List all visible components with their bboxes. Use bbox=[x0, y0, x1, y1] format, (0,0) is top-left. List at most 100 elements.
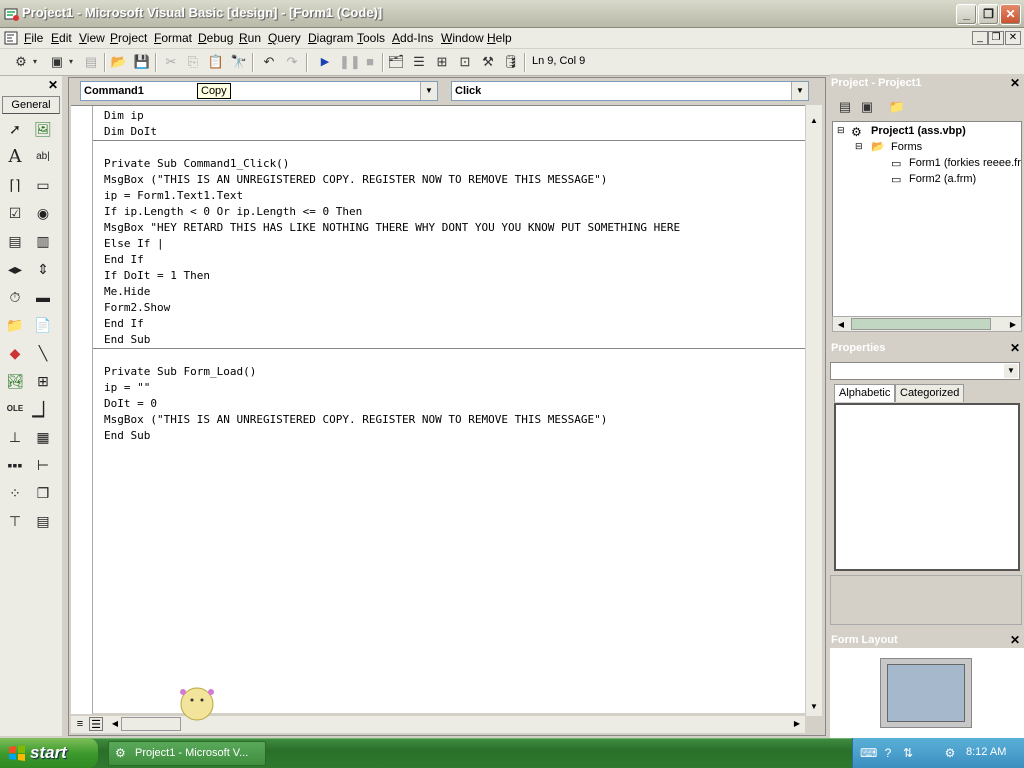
mdi-close-button[interactable]: ✕ bbox=[1005, 31, 1021, 45]
monitor-screen[interactable] bbox=[887, 664, 965, 722]
chevron-down-icon[interactable]: ▼ bbox=[791, 82, 808, 100]
undo-icon[interactable]: ↶ bbox=[260, 53, 278, 71]
code-line[interactable]: Else If | bbox=[104, 236, 164, 252]
horizontal-scroll-thumb[interactable] bbox=[851, 318, 991, 330]
full-module-view-icon[interactable]: ☰ bbox=[89, 717, 103, 731]
object-combo[interactable]: Command1 ▼ bbox=[80, 81, 438, 101]
code-line[interactable]: Private Sub Command1_Click() bbox=[104, 156, 289, 172]
code-line[interactable]: MsgBox ("THIS IS AN UNREGISTERED COPY. R… bbox=[104, 172, 607, 188]
open-project-icon[interactable]: 📂 bbox=[110, 53, 128, 71]
code-line[interactable]: Me.Hide bbox=[104, 284, 150, 300]
code-line[interactable]: End If bbox=[104, 252, 144, 268]
hscrollbar-tool-icon[interactable]: ◂▸ bbox=[4, 258, 26, 280]
code-line[interactable]: End Sub bbox=[104, 428, 150, 444]
menu-view[interactable]: View bbox=[79, 31, 105, 45]
redo-icon[interactable]: ↷ bbox=[283, 53, 301, 71]
menu-help[interactable]: Help bbox=[487, 31, 512, 45]
dirlistbox-tool-icon[interactable]: 📁 bbox=[4, 314, 26, 336]
toolbar-tool-icon[interactable]: ▦ bbox=[32, 426, 54, 448]
collapse-icon[interactable]: ⊟ bbox=[855, 141, 863, 152]
network-icon[interactable]: ⇅ bbox=[900, 745, 916, 761]
menu-add-ins[interactable]: Add-Ins bbox=[392, 31, 433, 45]
frame-tool-icon[interactable]: ⌈⌉ bbox=[4, 174, 26, 196]
keyboard-icon[interactable]: ⌨ bbox=[860, 745, 877, 761]
code-editor[interactable]: Dim ip Dim DoIt Private Sub Command1_Cli… bbox=[71, 105, 805, 714]
menu-window[interactable]: Window bbox=[441, 31, 484, 45]
toolbox-icon[interactable]: ⚒ bbox=[479, 53, 497, 71]
help-icon[interactable]: ? bbox=[880, 745, 896, 761]
code-line[interactable]: End Sub bbox=[104, 332, 150, 348]
minimize-button[interactable]: _ bbox=[956, 4, 977, 25]
object-browser-icon[interactable]: ⊡ bbox=[456, 53, 474, 71]
statusbar-tool-icon[interactable]: ▤ bbox=[32, 510, 54, 532]
end-run-icon[interactable]: ■ bbox=[361, 53, 379, 71]
toolbox-close-icon[interactable]: ✕ bbox=[46, 78, 60, 92]
paste-icon[interactable]: 📋 bbox=[207, 53, 225, 71]
combobox-tool-icon[interactable]: ▤ bbox=[4, 230, 26, 252]
menu-editor-icon[interactable]: ▤ bbox=[82, 53, 100, 71]
properties-window-icon[interactable]: ☰ bbox=[410, 53, 428, 71]
code-line[interactable]: MsgBox "HEY RETARD THIS HAS LIKE NOTHING… bbox=[104, 220, 680, 236]
tree-item-form1[interactable]: Form1 (forkies reeee.fr bbox=[909, 157, 1021, 169]
menu-tools[interactable]: Tools bbox=[357, 31, 385, 45]
close-button[interactable]: ✕ bbox=[1000, 4, 1021, 25]
form-layout-close-icon[interactable]: ✕ bbox=[1008, 633, 1022, 647]
properties-object-combo[interactable]: ▼ bbox=[830, 362, 1020, 380]
menu-debug[interactable]: Debug bbox=[198, 31, 233, 45]
ole-tool-icon[interactable]: OLE bbox=[4, 398, 26, 420]
menu-format[interactable]: Format bbox=[154, 31, 192, 45]
code-vertical-scrollbar[interactable]: ▲ ▼ bbox=[805, 105, 822, 716]
progressbar-tool-icon[interactable]: ▪▪▪ bbox=[4, 454, 26, 476]
collapse-icon[interactable]: ⊟ bbox=[837, 125, 845, 136]
tree-project-root[interactable]: Project1 (ass.vbp) bbox=[871, 125, 966, 137]
label-tool-icon[interactable]: A bbox=[4, 146, 26, 168]
break-icon[interactable]: ❚❚ bbox=[339, 53, 361, 71]
textbox-tool-icon[interactable]: ab| bbox=[32, 146, 54, 168]
code-line[interactable]: ip = Form1.Text1.Text bbox=[104, 188, 243, 204]
menu-diagram[interactable]: Diagram bbox=[308, 31, 353, 45]
add-form-dropdown-icon[interactable]: ▾ bbox=[66, 53, 76, 71]
tree-forms-folder[interactable]: Forms bbox=[891, 141, 922, 153]
chevron-down-icon[interactable]: ▼ bbox=[1004, 364, 1018, 378]
picturebox-tool-icon[interactable]: 🖼 bbox=[32, 118, 54, 140]
treeview-tool-icon[interactable]: ⊢ bbox=[32, 454, 54, 476]
code-line[interactable]: End If bbox=[104, 316, 144, 332]
scroll-right-icon[interactable]: ▶ bbox=[1005, 317, 1021, 333]
pointer-tool-icon[interactable]: ➚ bbox=[4, 118, 26, 140]
form-layout-icon[interactable]: ⊞ bbox=[433, 53, 451, 71]
procedure-combo[interactable]: Click ▼ bbox=[451, 81, 809, 101]
maximize-button[interactable]: ❐ bbox=[978, 4, 999, 25]
find-icon[interactable]: 🔭 bbox=[230, 53, 248, 71]
menu-project[interactable]: Project bbox=[110, 31, 147, 45]
listbox-tool-icon[interactable]: ▥ bbox=[32, 230, 54, 252]
shape-tool-icon[interactable]: ◆ bbox=[4, 342, 26, 364]
scroll-left-icon[interactable]: ◀ bbox=[833, 317, 849, 333]
save-project-icon[interactable]: 💾 bbox=[133, 53, 151, 71]
toolbox-general-tab[interactable]: General bbox=[2, 96, 60, 114]
mdi-minimize-button[interactable]: _ bbox=[972, 31, 988, 45]
checkbox-tool-icon[interactable]: ☑ bbox=[4, 202, 26, 224]
project-explorer-icon[interactable]: 🗂 bbox=[387, 53, 405, 71]
vscrollbar-tool-icon[interactable]: ⇕ bbox=[32, 258, 54, 280]
line-tool-icon[interactable]: ╲ bbox=[32, 342, 54, 364]
view-object-icon[interactable]: ▣ bbox=[858, 98, 876, 116]
project-horizontal-scrollbar[interactable]: ◀ ▶ bbox=[832, 316, 1022, 332]
filelistbox-tool-icon[interactable]: 📄 bbox=[32, 314, 54, 336]
start-run-icon[interactable]: ▶ bbox=[316, 53, 334, 71]
code-line[interactable]: MsgBox ("THIS IS AN UNREGISTERED COPY. R… bbox=[104, 412, 607, 428]
timer-tool-icon[interactable]: ⏱ bbox=[4, 286, 26, 308]
code-line[interactable]: Dim ip bbox=[104, 108, 144, 124]
code-line[interactable]: If ip.Length < 0 Or ip.Length <= 0 Then bbox=[104, 204, 362, 220]
tabstrip-tool-icon[interactable]: ❐ bbox=[32, 482, 54, 504]
menu-query[interactable]: Query bbox=[268, 31, 301, 45]
drivelistbox-tool-icon[interactable]: ▬ bbox=[32, 286, 54, 308]
mdi-restore-button[interactable]: ❐ bbox=[988, 31, 1004, 45]
view-code-icon[interactable]: ▤ bbox=[836, 98, 854, 116]
add-form-icon[interactable]: ▣ bbox=[48, 53, 66, 71]
cut-icon[interactable]: ✂ bbox=[162, 53, 180, 71]
data-view-icon[interactable]: 🛢 bbox=[502, 53, 520, 71]
menu-run[interactable]: Run bbox=[239, 31, 261, 45]
procedure-view-icon[interactable]: ≡ bbox=[73, 717, 87, 731]
code-window-icon[interactable] bbox=[4, 31, 18, 45]
image-tool-icon[interactable]: 🏞 bbox=[4, 370, 26, 392]
